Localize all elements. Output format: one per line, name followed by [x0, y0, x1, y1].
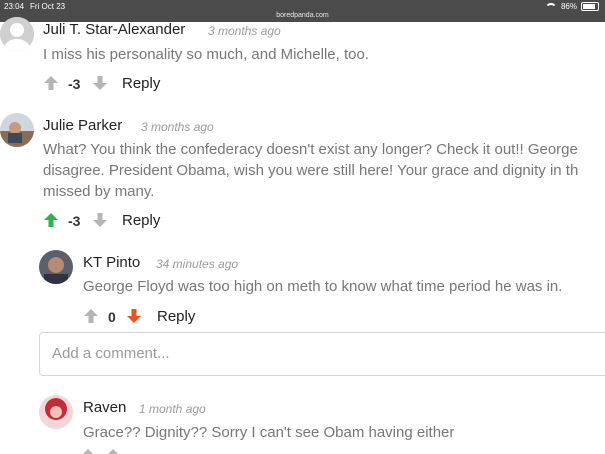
avatar[interactable]: [0, 17, 34, 51]
avatar-photo-icon: [0, 113, 34, 147]
vote-row-partial: [83, 449, 118, 454]
page-url[interactable]: boredpanda.com: [0, 12, 605, 19]
status-right: 86%: [544, 2, 599, 11]
add-comment-input[interactable]: Add a comment...: [39, 332, 605, 376]
comment-author[interactable]: KT Pinto: [83, 254, 140, 271]
battery-icon: [581, 2, 599, 11]
battery-level: [583, 4, 595, 9]
comment-text-line: missed by many.: [43, 183, 155, 200]
reply-button[interactable]: Reply: [157, 308, 195, 325]
status-bar: 23:04 Fri Oct 23 boredpanda.com 86%: [0, 0, 605, 22]
downvote-icon[interactable]: [126, 308, 142, 324]
comment-author[interactable]: Juli T. Star-Alexander: [43, 21, 185, 38]
vote-score: -3: [68, 213, 81, 229]
avatar[interactable]: [39, 250, 73, 284]
battery-percent: 86%: [560, 2, 577, 11]
downvote-icon[interactable]: [92, 75, 108, 91]
upvote-icon[interactable]: [83, 308, 99, 324]
comment-text: I miss his personality so much, and Mich…: [43, 46, 369, 63]
avatar-photo-icon: [39, 395, 73, 429]
vote-score: -3: [68, 76, 81, 92]
avatar[interactable]: [0, 113, 34, 147]
comment-text: Grace?? Dignity?? Sorry I can't see Obam…: [83, 424, 455, 441]
status-time: 23:04: [4, 2, 25, 11]
comment-text-line: disagree. President Obama, wish you were…: [43, 162, 579, 179]
avatar[interactable]: [39, 395, 73, 429]
vote-score: 0: [108, 309, 116, 325]
default-avatar-icon: [0, 17, 34, 51]
upvote-icon[interactable]: [43, 212, 59, 228]
wifi-icon: [544, 2, 557, 11]
upvote-icon[interactable]: [43, 75, 59, 91]
downvote-icon[interactable]: [92, 212, 108, 228]
comment-text-line: What? You think the confederacy doesn't …: [43, 141, 578, 158]
comment-time: 3 months ago: [208, 24, 281, 38]
reply-button[interactable]: Reply: [122, 212, 160, 229]
comment-time: 34 minutes ago: [156, 257, 239, 271]
comment-text: George Floyd was too high on meth to kno…: [83, 278, 563, 295]
comment-time: 1 month ago: [139, 402, 206, 416]
comment-author[interactable]: Raven: [83, 399, 126, 416]
status-date: Fri Oct 23: [30, 2, 66, 11]
comment-author[interactable]: Julie Parker: [43, 117, 122, 134]
avatar-photo-icon: [39, 250, 73, 284]
comment-time: 3 months ago: [141, 120, 214, 134]
reply-button[interactable]: Reply: [122, 75, 160, 92]
